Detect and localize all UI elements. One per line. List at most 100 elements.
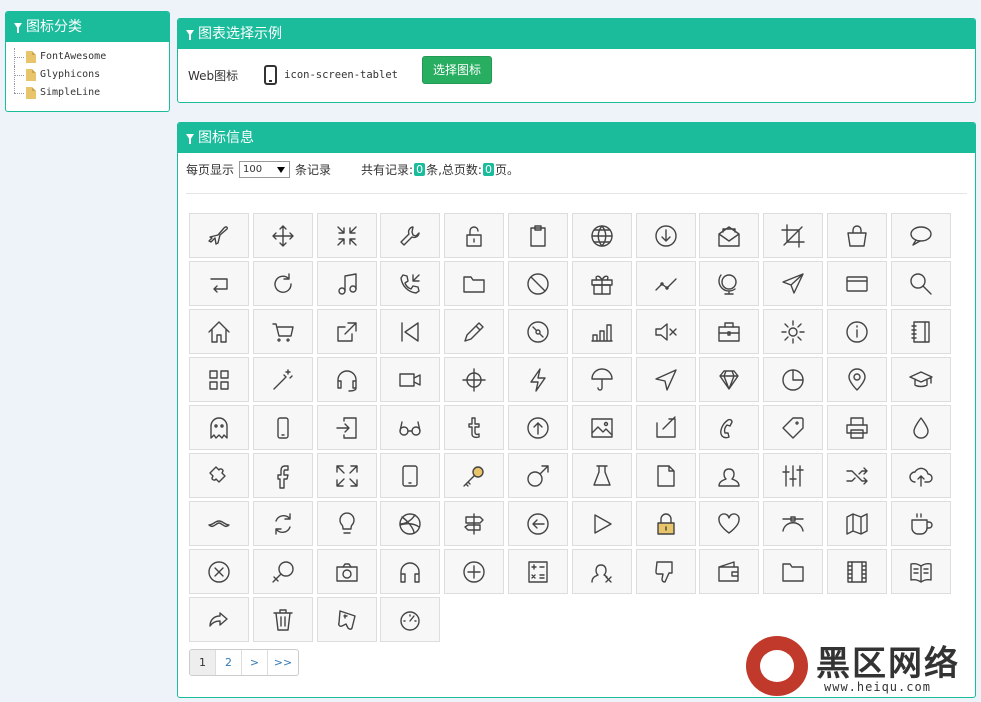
icon-cell-size-fullscreen[interactable] bbox=[316, 453, 377, 498]
icon-cell-arrow-left-circle[interactable] bbox=[508, 501, 568, 546]
icon-cell-map[interactable] bbox=[827, 501, 887, 546]
icon-cell-share-alt[interactable] bbox=[316, 309, 377, 354]
icon-cell-wallet[interactable] bbox=[699, 549, 760, 594]
tree-item-glyphicons[interactable]: Glyphicons bbox=[14, 66, 169, 84]
icon-cell-ban[interactable] bbox=[508, 261, 568, 306]
icon-cell-magnifier[interactable] bbox=[890, 261, 951, 306]
icon-cell-reload[interactable] bbox=[252, 501, 313, 546]
next-page-button[interactable]: > bbox=[242, 650, 268, 675]
icon-cell-screen-tablet[interactable] bbox=[380, 453, 441, 498]
icon-cell-directions[interactable] bbox=[444, 501, 505, 546]
icon-cell-arrow-down-circle[interactable] bbox=[635, 213, 696, 258]
icon-cell-disc[interactable] bbox=[508, 309, 568, 354]
icon-cell-earphones-alt[interactable] bbox=[316, 357, 377, 402]
icon-cell-settings[interactable] bbox=[763, 309, 824, 354]
icon-cell-login[interactable] bbox=[316, 405, 377, 450]
icon-cell-game-controller[interactable] bbox=[316, 597, 377, 642]
icon-cell-volume-off[interactable] bbox=[635, 309, 696, 354]
icon-cell-film[interactable] bbox=[827, 549, 887, 594]
icon-cell-trash[interactable] bbox=[252, 597, 313, 642]
icon-cell-action-undo[interactable] bbox=[189, 261, 249, 306]
icon-cell-equalizer[interactable] bbox=[763, 453, 824, 498]
icon-cell-pie-chart[interactable] bbox=[763, 357, 824, 402]
icon-cell-grid[interactable] bbox=[189, 357, 249, 402]
icon-cell-cloud-upload[interactable] bbox=[890, 453, 951, 498]
icon-cell-crop[interactable] bbox=[763, 213, 824, 258]
icon-cell-globe-alt[interactable] bbox=[699, 261, 760, 306]
icon-cell-printer[interactable] bbox=[827, 405, 887, 450]
icon-cell-credit-card[interactable] bbox=[827, 261, 887, 306]
icon-cell-tag[interactable] bbox=[763, 405, 824, 450]
icon-cell-info[interactable] bbox=[827, 309, 887, 354]
icon-cell-envelope-open[interactable] bbox=[699, 213, 760, 258]
icon-cell-refresh[interactable] bbox=[252, 261, 313, 306]
icon-cell-call-in[interactable] bbox=[380, 261, 441, 306]
icon-cell-calculator[interactable] bbox=[508, 549, 568, 594]
icon-cell-camrecorder[interactable] bbox=[380, 357, 441, 402]
icon-cell-magic-wand[interactable] bbox=[252, 357, 313, 402]
icon-cell-lock-open[interactable] bbox=[444, 213, 505, 258]
icon-cell-control-start[interactable] bbox=[380, 309, 441, 354]
icon-cell-social-tumblr[interactable] bbox=[444, 405, 505, 450]
icon-cell-key[interactable] bbox=[444, 453, 505, 498]
icon-cell-symbol-female[interactable] bbox=[252, 549, 313, 594]
icon-cell-call-end[interactable] bbox=[699, 405, 760, 450]
icon-cell-shuffle[interactable] bbox=[827, 453, 887, 498]
icon-cell-social-facebook[interactable] bbox=[252, 453, 313, 498]
icon-cell-earphones[interactable] bbox=[380, 549, 441, 594]
icon-cell-dislike[interactable] bbox=[635, 549, 696, 594]
icon-cell-control-play[interactable] bbox=[571, 501, 632, 546]
icon-cell-handbag[interactable] bbox=[827, 213, 887, 258]
icon-cell-music-tone[interactable] bbox=[316, 261, 377, 306]
icon-cell-clipboard[interactable] bbox=[508, 213, 568, 258]
icon-cell-home[interactable] bbox=[189, 309, 249, 354]
page-1-button[interactable]: 1 bbox=[190, 650, 216, 675]
icon-cell-drop[interactable] bbox=[890, 405, 951, 450]
icon-cell-shrink[interactable] bbox=[316, 213, 377, 258]
icon-cell-globe[interactable] bbox=[571, 213, 632, 258]
icon-cell-puzzle[interactable] bbox=[189, 453, 249, 498]
icon-cell-user-female[interactable] bbox=[699, 453, 760, 498]
icon-cell-social-dribbble[interactable] bbox=[380, 501, 441, 546]
icon-cell-target[interactable] bbox=[444, 357, 505, 402]
icon-cell-graph[interactable] bbox=[635, 261, 696, 306]
icon-cell-energy[interactable] bbox=[508, 357, 568, 402]
icon-cell-eyeglass[interactable] bbox=[380, 405, 441, 450]
icon-cell-lock[interactable] bbox=[635, 501, 696, 546]
icon-cell-umbrella[interactable] bbox=[571, 357, 632, 402]
icon-cell-ghost[interactable] bbox=[189, 405, 249, 450]
icon-cell-doc[interactable] bbox=[635, 453, 696, 498]
icon-cell-briefcase[interactable] bbox=[699, 309, 760, 354]
icon-cell-vector[interactable] bbox=[763, 501, 824, 546]
icon-cell-arrow-up-circle[interactable] bbox=[508, 405, 568, 450]
icon-cell-speedometer[interactable] bbox=[380, 597, 441, 642]
icon-cell-bulb[interactable] bbox=[316, 501, 377, 546]
icon-cell-present[interactable] bbox=[571, 261, 632, 306]
icon-cell-paper-plane[interactable] bbox=[763, 261, 824, 306]
select-icon-button[interactable]: 选择图标 bbox=[422, 56, 492, 84]
icon-cell-pencil[interactable] bbox=[444, 309, 505, 354]
icon-cell-location-pin[interactable] bbox=[827, 357, 887, 402]
icon-cell-mustache[interactable] bbox=[189, 501, 249, 546]
icon-cell-close[interactable] bbox=[189, 549, 249, 594]
icon-cell-folder[interactable] bbox=[444, 261, 505, 306]
icon-cell-cursor[interactable] bbox=[635, 357, 696, 402]
per-page-select[interactable]: 100 bbox=[239, 161, 291, 178]
icon-cell-diamond[interactable] bbox=[699, 357, 760, 402]
icon-cell-heart[interactable] bbox=[699, 501, 760, 546]
page-2-button[interactable]: 2 bbox=[216, 650, 242, 675]
icon-cell-chemistry[interactable] bbox=[571, 453, 632, 498]
tree-item-fontawesome[interactable]: FontAwesome bbox=[14, 48, 169, 66]
icon-cell-plus[interactable] bbox=[444, 549, 505, 594]
icon-cell-bubble[interactable] bbox=[890, 213, 951, 258]
icon-cell-user-unfollow[interactable] bbox=[571, 549, 632, 594]
icon-cell-graduation[interactable] bbox=[890, 357, 951, 402]
icon-cell-bar-chart[interactable] bbox=[571, 309, 632, 354]
icon-cell-move[interactable] bbox=[252, 213, 313, 258]
icon-cell-camera[interactable] bbox=[316, 549, 377, 594]
icon-cell-folder-alt[interactable] bbox=[763, 549, 824, 594]
icon-cell-book-open[interactable] bbox=[890, 549, 951, 594]
icon-cell-plane[interactable] bbox=[189, 213, 249, 258]
icon-cell-screen-smartphone[interactable] bbox=[252, 405, 313, 450]
icon-cell-wrench[interactable] bbox=[380, 213, 441, 258]
